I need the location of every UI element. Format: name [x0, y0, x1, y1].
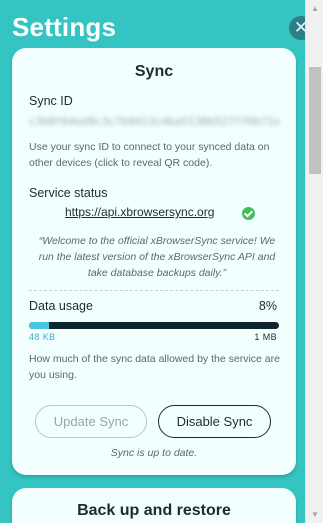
data-usage-bar-fill	[29, 322, 49, 329]
sync-id-label: Sync ID	[29, 94, 73, 108]
backup-restore-card[interactable]: Back up and restore	[12, 488, 296, 523]
sync-id-value[interactable]: c3b8f64ed9c3c7b9413c4ba5138b527ff6b71a9f…	[29, 115, 279, 133]
backup-restore-title: Back up and restore	[77, 502, 231, 519]
sync-id-help: Use your sync ID to connect to your sync…	[29, 141, 270, 169]
page-title: Settings	[12, 12, 117, 42]
data-usage-max-label: 1 MB	[254, 332, 277, 342]
scroll-down-arrow-icon[interactable]: ▼	[306, 506, 323, 523]
check-circle-icon	[242, 207, 255, 220]
data-usage-label: Data usage	[29, 299, 93, 313]
header: Settings ✕	[0, 0, 305, 50]
data-usage-min-label: 48 KB	[29, 332, 56, 342]
service-status-label: Service status	[29, 186, 108, 200]
sync-card-title: Sync	[134, 63, 174, 80]
disable-sync-button[interactable]: Disable Sync	[158, 405, 271, 438]
scrollbar-thumb[interactable]	[309, 67, 321, 174]
service-url-link[interactable]: https://api.xbrowsersync.org	[65, 205, 214, 219]
divider	[29, 290, 279, 291]
update-sync-button[interactable]: Update Sync	[35, 405, 147, 438]
scroll-up-arrow-icon[interactable]: ▲	[306, 0, 323, 17]
data-usage-percent: 8%	[258, 299, 277, 313]
settings-panel: Settings ✕ Sync Sync ID c3b8f64ed9c3c7b9…	[0, 0, 305, 523]
sync-card: Sync Sync ID c3b8f64ed9c3c7b9413c4ba5138…	[12, 48, 296, 475]
sync-status-text: Sync is up to date.	[110, 447, 198, 459]
service-message: “Welcome to the official xBrowserSync se…	[38, 235, 276, 279]
data-usage-bar	[29, 322, 279, 329]
data-usage-help: How much of the sync data allowed by the…	[29, 353, 280, 381]
vertical-scrollbar[interactable]: ▲ ▼	[305, 0, 323, 523]
close-icon[interactable]: ✕	[289, 16, 305, 40]
